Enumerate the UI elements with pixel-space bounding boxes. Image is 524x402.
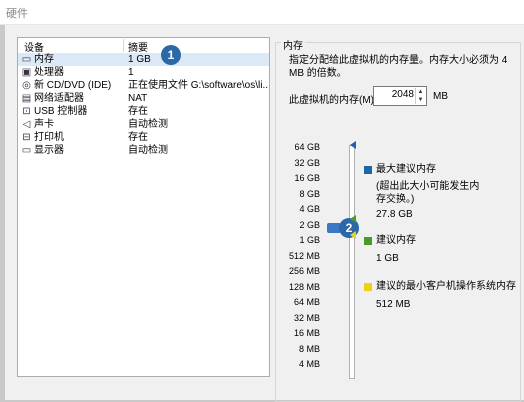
device-summary: 存在 <box>128 132 148 143</box>
memory-description: 指定分配给此虚拟机的内存量。内存大小必须为 4 MB 的倍数。 <box>289 55 508 79</box>
device-name: USB 控制器 <box>34 106 88 117</box>
speaker-icon: ◁ <box>22 119 31 130</box>
dialog-client: 设备 摘要 ▭ 内存 1 GB ▣ 处理器 1 ◎ 新 CD/DVD (IDE)… <box>5 25 524 402</box>
usb-icon: ⊡ <box>22 106 31 117</box>
scale-label: 2 GB <box>299 219 320 230</box>
max-recommended-marker <box>350 141 356 149</box>
scale-label: 64 GB <box>294 142 320 152</box>
recommended-title: 建议内存 <box>376 235 416 246</box>
memory-field-label: 此虚拟机的内存(M): <box>289 95 377 106</box>
device-summary: 1 <box>128 67 134 78</box>
device-row-sound[interactable]: ◁ 声卡 自动检测 <box>18 118 269 131</box>
scale-label: 8 MB <box>298 343 320 354</box>
scale-label: 64 MB <box>293 297 320 307</box>
device-summary: NAT <box>128 93 148 104</box>
annotation-badge-2: 2 <box>339 218 359 238</box>
device-row-memory[interactable]: ▭ 内存 1 GB <box>18 53 269 66</box>
scale-label: 128 MB <box>288 281 320 292</box>
memory-icon: ▭ <box>21 54 32 65</box>
scale-label: 16 GB <box>294 173 320 183</box>
scale-label: 512 MB <box>288 250 320 261</box>
window-title: 硬件 <box>6 8 28 20</box>
scale-label: 32 GB <box>294 157 320 168</box>
scale-label: 32 MB <box>293 312 320 323</box>
device-row-cd-dvd[interactable]: ◎ 新 CD/DVD (IDE) 正在使用文件 G:\software\os\l… <box>18 79 269 92</box>
device-row-display[interactable]: ▭ 显示器 自动检测 <box>18 144 269 157</box>
scale-label: 256 MB <box>288 266 320 276</box>
cpu-icon: ▣ <box>21 67 32 78</box>
title-bar: 硬件 <box>0 0 524 25</box>
device-list-header: 设备 摘要 <box>18 38 269 54</box>
scale-label: 1 GB <box>299 235 320 245</box>
max-recommended-note: (超出此大小可能发生内存交换。) <box>376 181 480 205</box>
network-icon: ▤ <box>21 93 32 104</box>
device-name: 内存 <box>34 54 54 65</box>
device-name: 显示器 <box>34 145 64 156</box>
scale-label: 4 GB <box>299 204 320 214</box>
scale-label: 16 MB <box>293 328 320 338</box>
max-recommended-value: 27.8 GB <box>376 209 413 220</box>
device-name: 声卡 <box>34 119 54 130</box>
min-recommended-marker <box>350 231 356 239</box>
spin-up-icon[interactable]: ▲ <box>416 88 425 96</box>
device-list[interactable]: 设备 摘要 ▭ 内存 1 GB ▣ 处理器 1 ◎ 新 CD/DVD (IDE)… <box>17 37 270 377</box>
device-name: 打印机 <box>34 132 64 143</box>
device-row-network[interactable]: ▤ 网络适配器 NAT <box>18 92 269 105</box>
memory-value[interactable]: 2048 <box>392 89 414 100</box>
device-summary: 自动检测 <box>128 145 168 156</box>
min-recommended-swatch <box>364 283 372 291</box>
memory-spinbox[interactable]: 2048 ▲ ▼ <box>373 86 427 106</box>
device-summary: 1 GB <box>128 54 151 65</box>
column-separator[interactable] <box>123 39 124 52</box>
device-summary: 自动检测 <box>128 119 168 130</box>
monitor-icon: ▭ <box>21 145 32 156</box>
max-recommended-swatch <box>364 166 372 174</box>
printer-icon: ⊟ <box>22 132 31 143</box>
column-header-summary[interactable]: 摘要 <box>128 39 148 54</box>
device-row-printer[interactable]: ⊟ 打印机 存在 <box>18 131 269 144</box>
device-name: 处理器 <box>34 67 64 78</box>
spin-buttons: ▲ ▼ <box>415 88 425 104</box>
device-row-usb[interactable]: ⊡ USB 控制器 存在 <box>18 105 269 118</box>
max-recommended-title: 最大建议内存 <box>376 164 436 175</box>
memory-slider-track[interactable] <box>349 145 355 379</box>
memory-group-title: 内存 <box>281 37 305 52</box>
scale-label: 8 GB <box>299 188 320 199</box>
column-header-device[interactable]: 设备 <box>24 39 44 54</box>
scale-label: 4 MB <box>298 359 320 369</box>
annotation-badge-1: 1 <box>161 45 181 65</box>
memory-unit: MB <box>433 91 448 102</box>
recommended-value: 1 GB <box>376 253 399 264</box>
min-recommended-value: 512 MB <box>376 299 411 310</box>
min-recommended-title: 建议的最小客户机操作系统内存 <box>376 281 516 292</box>
memory-scale: 64 GB 32 GB 16 GB 8 GB 4 GB 2 GB 1 GB 51… <box>289 142 430 382</box>
device-row-processor[interactable]: ▣ 处理器 1 <box>18 66 269 79</box>
device-name: 新 CD/DVD (IDE) <box>34 80 112 91</box>
device-summary: 正在使用文件 G:\software\os\li... <box>128 80 268 91</box>
device-summary: 存在 <box>128 106 148 117</box>
device-name: 网络适配器 <box>34 93 84 104</box>
spin-down-icon[interactable]: ▼ <box>416 96 425 104</box>
cd-icon: ◎ <box>22 80 31 91</box>
recommended-swatch <box>364 237 372 245</box>
recommended-marker <box>350 215 356 223</box>
